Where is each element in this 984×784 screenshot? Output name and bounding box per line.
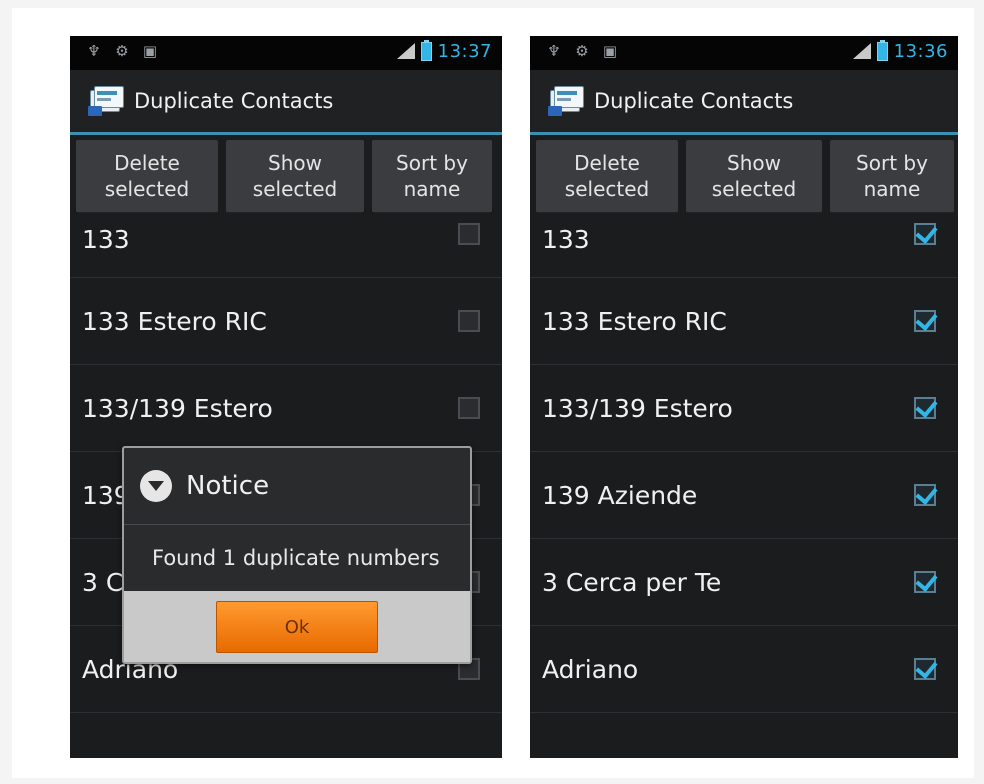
contact-checkbox[interactable] [914,397,936,419]
dropdown-circle-icon [140,470,172,502]
phone-screen-left: ♆ ⚙ ▣ 13:37 Duplicate Contacts Delete sel… [70,36,502,758]
sort-by-name-button[interactable]: Sort by name [372,140,492,213]
contacts-app-icon [88,86,124,116]
contact-checkbox[interactable] [914,223,936,245]
list-item[interactable]: 133/139 Estero [530,365,958,452]
list-item[interactable]: Adriano [530,626,958,713]
signal-icon [396,42,415,61]
contact-name: 139 Aziende [542,480,698,510]
status-bar: ♆ ⚙ ▣ 13:36 [530,36,958,70]
contact-name: 133 [542,225,590,254]
signal-icon [852,42,871,61]
contact-name: Adriano [542,654,639,684]
contact-checkbox[interactable] [458,397,480,419]
delete-selected-button[interactable]: Delete selected [536,140,678,213]
briefcase-icon: ▣ [602,42,618,60]
list-item[interactable]: 133 Estero RIC [530,278,958,365]
contact-checkbox[interactable] [458,223,480,245]
android-debug-icon: ⚙ [575,42,589,60]
android-debug-icon: ⚙ [115,42,129,60]
contact-name: 133 Estero RIC [542,306,727,336]
battery-icon [420,40,432,61]
contacts-app-icon [548,86,584,116]
app-title: Duplicate Contacts [134,89,334,113]
contact-name: 3 Cerca per Te [542,567,722,597]
dialog-header: Notice [124,448,470,525]
notice-dialog: Notice Found 1 duplicate numbers Ok [122,446,472,664]
status-clock: 13:36 [893,41,948,62]
contact-name: 133 [82,225,130,254]
list-item[interactable]: 133 Estero RIC [70,278,502,365]
contact-checkbox[interactable] [914,484,936,506]
battery-icon [876,40,888,61]
status-bar: ♆ ⚙ ▣ 13:37 [70,36,502,70]
action-bar: Duplicate Contacts [530,70,958,135]
contact-list: 133 133 Estero RIC 133/139 Estero 139 Az… [530,211,958,713]
list-item[interactable]: 139 Aziende [530,452,958,539]
list-item[interactable]: 133 [530,211,958,278]
contact-checkbox[interactable] [914,310,936,332]
list-item[interactable]: 133 [70,211,502,278]
app-title: Duplicate Contacts [594,89,794,113]
action-bar: Duplicate Contacts [70,70,502,135]
dialog-message: Found 1 duplicate numbers [124,525,470,591]
contact-checkbox[interactable] [914,658,936,680]
delete-selected-button[interactable]: Delete selected [76,140,218,213]
dialog-title: Notice [186,471,270,501]
list-item[interactable]: 133/139 Estero [70,365,502,452]
button-toolbar: Delete selected Show selected Sort by name [530,135,958,213]
contact-name: 133 Estero RIC [82,306,267,336]
show-selected-button[interactable]: Show selected [226,140,364,213]
usb-icon: ♆ [547,42,561,60]
contact-name: 133/139 Estero [542,393,733,423]
phone-screen-right: ♆ ⚙ ▣ 13:36 Duplicate Contacts Delete sel… [530,36,958,758]
button-toolbar: Delete selected Show selected Sort by name [70,135,502,213]
briefcase-icon: ▣ [142,42,158,60]
contact-checkbox[interactable] [914,571,936,593]
usb-icon: ♆ [87,42,101,60]
list-item[interactable]: 3 Cerca per Te [530,539,958,626]
dialog-footer: Ok [124,591,470,662]
show-selected-button[interactable]: Show selected [686,140,822,213]
ok-button[interactable]: Ok [216,601,378,653]
status-clock: 13:37 [437,41,492,62]
contact-name: 133/139 Estero [82,393,273,423]
sort-by-name-button[interactable]: Sort by name [830,140,954,213]
contact-checkbox[interactable] [458,310,480,332]
